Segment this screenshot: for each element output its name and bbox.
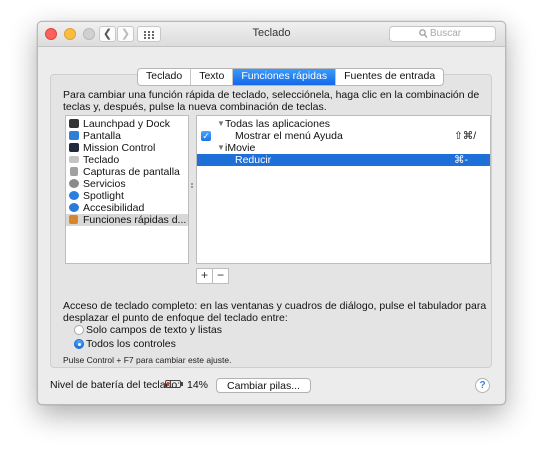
category-mission-control[interactable]: Mission Control — [66, 142, 188, 154]
category-launchpad-dock[interactable]: Launchpad y Dock — [66, 118, 188, 130]
enabled-checkbox[interactable]: ✓ — [201, 131, 211, 141]
spotlight-icon — [69, 191, 79, 200]
search-icon — [419, 29, 428, 38]
screenshot-icon — [70, 167, 78, 176]
battery-percent: 14% — [187, 379, 209, 391]
category-label: Capturas de pantalla — [83, 166, 180, 178]
category-label: Mission Control — [83, 142, 156, 154]
battery-icon — [165, 380, 183, 388]
tab-bar: Teclado Texto Funciones rápidas Fuentes … — [137, 68, 445, 86]
group-label: iMovie — [225, 142, 256, 154]
search-placeholder: Buscar — [430, 28, 462, 39]
accessibility-icon — [69, 203, 79, 212]
add-button[interactable]: + — [197, 269, 213, 283]
tab-input-sources[interactable]: Fuentes de entrada — [336, 69, 443, 85]
display-icon — [69, 131, 79, 140]
radio-text-fields-only[interactable] — [74, 325, 84, 335]
radio-label[interactable]: Solo campos de texto y listas — [86, 324, 222, 336]
group-row-all-apps[interactable]: ▼ Todas las aplicaciones — [197, 118, 490, 130]
keyboard-preferences-window: ❮ ❯ Teclado Buscar Teclado Texto Funcion… — [37, 21, 506, 405]
gear-icon — [69, 179, 79, 188]
radio-all-controls[interactable] — [74, 339, 84, 349]
category-label: Servicios — [83, 178, 126, 190]
shortcut-keys[interactable]: ⌘- — [454, 154, 468, 166]
category-keyboard[interactable]: Teclado — [66, 154, 188, 166]
tab-shortcuts[interactable]: Funciones rápidas — [233, 69, 337, 85]
category-services[interactable]: Servicios — [66, 178, 188, 190]
shortcut-row-selected[interactable]: Reducir ⌘- — [197, 154, 490, 166]
category-screenshots[interactable]: Capturas de pantalla — [66, 166, 188, 178]
shortcut-label: Mostrar el menú Ayuda — [235, 130, 343, 142]
change-batteries-button[interactable]: Cambiar pilas... — [216, 378, 311, 393]
tab-text[interactable]: Texto — [191, 69, 234, 85]
radio-label[interactable]: Todos los controles — [86, 338, 176, 350]
category-app-shortcuts[interactable]: Funciones rápidas d... — [66, 214, 188, 226]
disclosure-triangle-icon[interactable]: ▼ — [217, 142, 225, 154]
split-view-handle[interactable] — [191, 183, 194, 191]
category-list[interactable]: Launchpad y Dock Pantalla Mission Contro… — [65, 115, 189, 264]
help-button[interactable]: ? — [475, 378, 490, 393]
shortcut-keys[interactable]: ⇧⌘/ — [454, 130, 476, 142]
shortcut-list[interactable]: ▼ Todas las aplicaciones ✓ Mostrar el me… — [196, 115, 491, 264]
instructions-text: Para cambiar una función rápida de tecla… — [63, 89, 480, 113]
group-row-imovie[interactable]: ▼ iMovie — [197, 142, 490, 154]
category-display[interactable]: Pantalla — [66, 130, 188, 142]
hint-text: Pulse Control + F7 para cambiar este aju… — [63, 355, 232, 365]
mission-control-icon — [69, 143, 79, 152]
category-spotlight[interactable]: Spotlight — [66, 190, 188, 202]
category-label: Spotlight — [83, 190, 124, 202]
full-keyboard-access-text: Acceso de teclado completo: en las venta… — [63, 300, 487, 324]
group-label: Todas las aplicaciones — [225, 118, 331, 130]
add-remove-control: + − — [196, 268, 229, 284]
remove-button[interactable]: − — [213, 269, 228, 283]
title-bar: ❮ ❯ Teclado Buscar — [38, 22, 505, 47]
category-label: Pantalla — [83, 130, 121, 142]
category-label: Funciones rápidas d... — [83, 214, 187, 226]
keyboard-icon — [69, 156, 79, 163]
shortcut-label: Reducir — [235, 154, 272, 166]
app-shortcuts-icon — [69, 215, 78, 224]
tab-keyboard[interactable]: Teclado — [138, 69, 192, 85]
launchpad-dock-icon — [69, 119, 79, 128]
category-label: Teclado — [83, 154, 120, 166]
shortcut-row[interactable]: ✓ Mostrar el menú Ayuda ⇧⌘/ — [197, 130, 490, 142]
category-accessibility[interactable]: Accesibilidad — [66, 202, 188, 214]
disclosure-triangle-icon[interactable]: ▼ — [217, 118, 225, 130]
search-field[interactable]: Buscar — [389, 26, 496, 42]
category-label: Launchpad y Dock — [83, 118, 170, 130]
battery-label: Nivel de batería del teclado: — [50, 379, 181, 391]
category-label: Accesibilidad — [83, 202, 145, 214]
